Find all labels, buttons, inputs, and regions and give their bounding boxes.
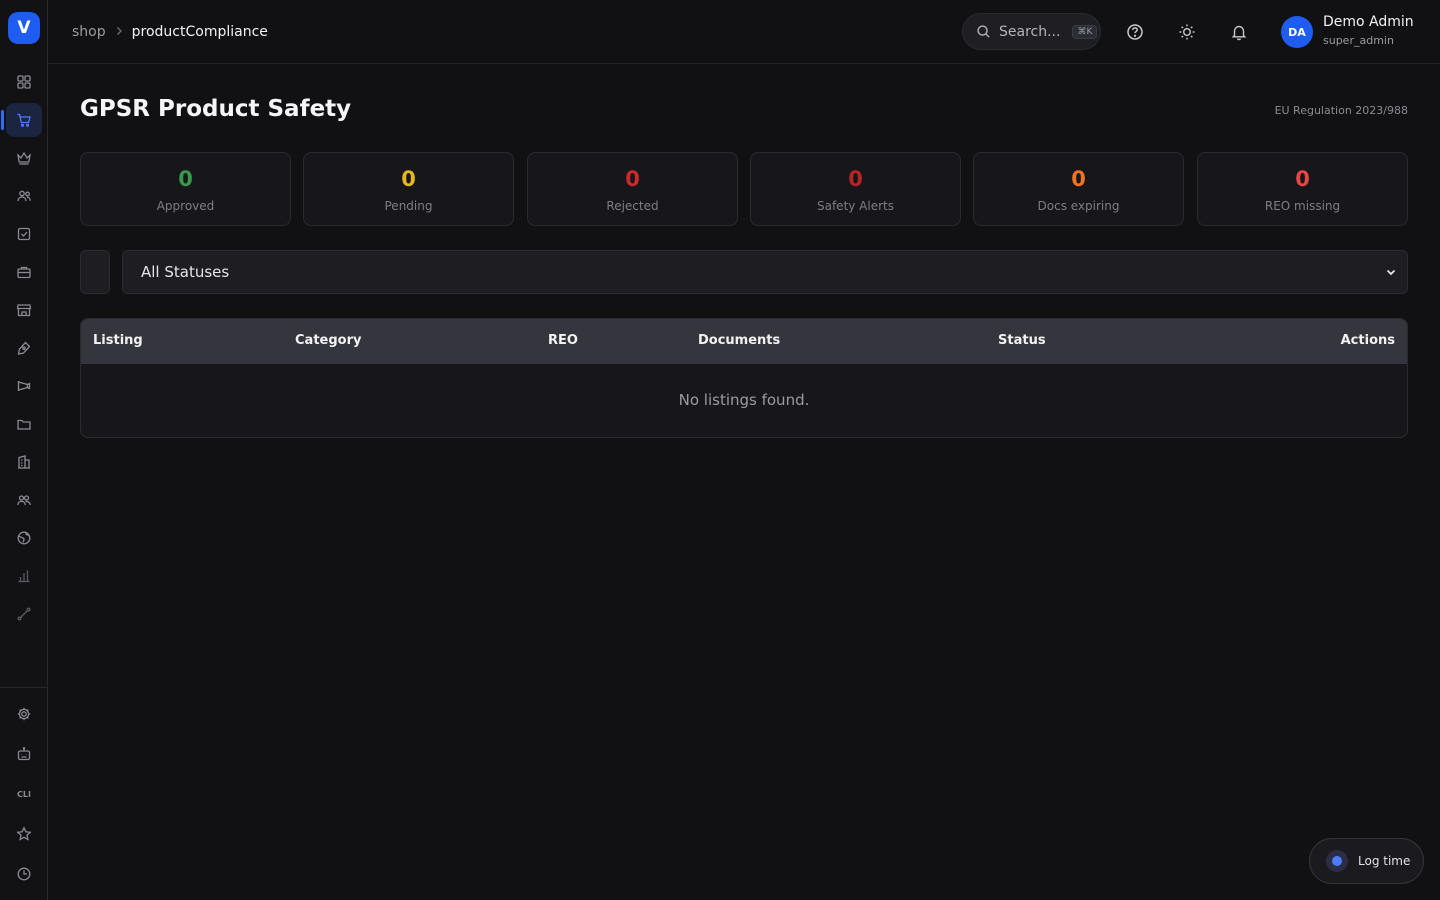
store-icon[interactable] xyxy=(6,293,42,327)
stat-label: Docs expiring xyxy=(1037,199,1120,213)
stat-card-approved: 0 Approved xyxy=(80,152,291,226)
stat-value: 0 xyxy=(1295,167,1310,191)
globe-icon[interactable] xyxy=(6,521,42,555)
megaphone-icon[interactable] xyxy=(6,369,42,403)
users-icon[interactable] xyxy=(6,179,42,213)
stat-card-reo-missing: 0 REO missing xyxy=(1197,152,1408,226)
shopping-cart-icon[interactable] xyxy=(6,103,42,137)
column-header-status[interactable]: Status xyxy=(998,333,1046,348)
chevron-right-icon xyxy=(114,25,124,39)
filter-toggle[interactable] xyxy=(80,250,110,294)
bell-icon[interactable] xyxy=(1227,20,1251,44)
stat-card-rejected: 0 Rejected xyxy=(527,152,738,226)
page-title: GPSR Product Safety xyxy=(80,96,352,122)
column-header-actions: Actions xyxy=(1340,333,1395,348)
top-header: shop productCompliance Search... ⌘K DA D… xyxy=(48,0,1440,64)
bar-chart-icon[interactable] xyxy=(6,559,42,593)
grid-icon[interactable] xyxy=(6,65,42,99)
search-icon xyxy=(977,25,990,38)
robot-icon[interactable] xyxy=(6,737,42,771)
stat-value: 0 xyxy=(625,167,640,191)
stat-label: Safety Alerts xyxy=(816,199,894,213)
checkbox-icon[interactable] xyxy=(6,217,42,251)
settings-icon[interactable] xyxy=(6,697,42,731)
cli-label: CLI xyxy=(17,789,31,799)
avatar-initials: DA xyxy=(1288,25,1306,39)
column-header-reo[interactable]: REO xyxy=(548,333,578,348)
user-role: super_admin xyxy=(1323,34,1394,47)
search-button[interactable]: Search... ⌘K xyxy=(962,13,1101,50)
briefcase-icon[interactable] xyxy=(6,255,42,289)
app-logo-letter: V xyxy=(17,18,31,38)
stat-label: Approved xyxy=(156,199,215,213)
chevron-down-icon xyxy=(1386,269,1396,276)
log-time-label: Log time xyxy=(1358,854,1411,868)
status-filter-value: All Statuses xyxy=(141,263,230,281)
regulation-label: EU Regulation 2023/988 xyxy=(1274,104,1408,117)
cli-icon[interactable]: CLI xyxy=(6,777,42,811)
column-header-documents[interactable]: Documents xyxy=(698,333,780,348)
listings-table: Listing Category REO Documents Status Ac… xyxy=(80,318,1408,438)
stat-value: 0 xyxy=(848,167,863,191)
stat-label: REO missing xyxy=(1264,199,1341,213)
clock-icon[interactable] xyxy=(6,857,42,891)
log-time-button[interactable]: Log time xyxy=(1309,838,1424,884)
column-header-category[interactable]: Category xyxy=(295,333,361,348)
table-header: Listing Category REO Documents Status Ac… xyxy=(81,319,1407,364)
stat-card-safety-alerts: 0 Safety Alerts xyxy=(750,152,961,226)
building-icon[interactable] xyxy=(6,445,42,479)
avatar[interactable]: DA xyxy=(1281,16,1313,48)
stat-value: 0 xyxy=(1071,167,1086,191)
status-filter-select[interactable]: All Statuses xyxy=(122,250,1408,294)
pen-tool-icon[interactable] xyxy=(6,331,42,365)
nav-active-indicator xyxy=(1,110,4,130)
stat-value: 0 xyxy=(401,167,416,191)
star-icon[interactable] xyxy=(6,817,42,851)
timer-icon xyxy=(1326,850,1348,872)
crown-icon[interactable] xyxy=(6,141,42,175)
app-logo[interactable]: V xyxy=(8,12,40,44)
help-icon[interactable] xyxy=(1123,20,1147,44)
team-icon[interactable] xyxy=(6,483,42,517)
stats-row: 0 Approved 0 Pending 0 Rejected 0 Safety… xyxy=(80,152,1408,226)
route-icon[interactable] xyxy=(6,597,42,631)
stat-card-pending: 0 Pending xyxy=(303,152,514,226)
stat-value: 0 xyxy=(178,167,193,191)
column-header-listing[interactable]: Listing xyxy=(93,333,143,348)
stat-label: Pending xyxy=(384,199,433,213)
sidebar-divider xyxy=(0,687,48,688)
folder-icon[interactable] xyxy=(6,407,42,441)
breadcrumb-current: productCompliance xyxy=(131,24,268,40)
breadcrumb-shop[interactable]: shop xyxy=(72,24,106,40)
empty-state-message: No listings found. xyxy=(678,391,810,409)
stat-label: Rejected xyxy=(606,199,659,213)
user-name[interactable]: Demo Admin xyxy=(1323,14,1414,30)
sidebar: V CLI xyxy=(0,0,48,900)
search-placeholder: Search... xyxy=(999,23,1061,40)
stat-card-docs-expiring: 0 Docs expiring xyxy=(973,152,1184,226)
breadcrumb: shop productCompliance xyxy=(72,22,268,42)
search-shortcut: ⌘K xyxy=(1072,24,1098,39)
sun-icon[interactable] xyxy=(1175,20,1199,44)
